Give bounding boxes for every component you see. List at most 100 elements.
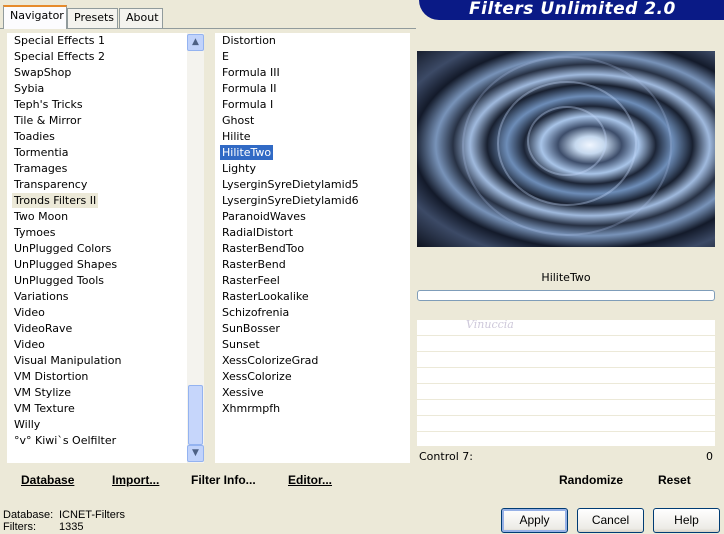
category-list[interactable]: Special Effects 1 Special Effects 2 SwapSh… [7,33,187,463]
tab-about[interactable]: About [119,8,163,28]
category-item[interactable]: UnPlugged Shapes [7,257,187,273]
status-database: Database: ICNET-Filters [3,509,125,521]
category-item[interactable]: Transparency [7,177,187,193]
filter-item[interactable]: Ghost [215,113,410,129]
category-item[interactable]: SwapShop [7,65,187,81]
filter-item-label: Hilite [222,130,251,143]
filter-item[interactable]: E [215,49,410,65]
filter-item[interactable]: Formula III [215,65,410,81]
filter-item-label: ParanoidWaves [222,210,306,223]
filter-item[interactable]: Hilite [215,129,410,145]
filter-item-label: Xessive [222,386,264,399]
category-item-label: Tronds Filters II [12,193,99,208]
category-item[interactable]: VM Distortion [7,369,187,385]
import-button[interactable]: Import... [112,473,159,487]
category-item[interactable]: VideoRave [7,321,187,337]
filter-item-label: RadialDistort [222,226,294,239]
category-item[interactable]: Tramages [7,161,187,177]
scroll-thumb[interactable] [188,385,203,445]
filter-item[interactable]: RasterLookalike [215,289,410,305]
controls-area [417,320,715,446]
apply-button[interactable]: Apply [501,508,568,533]
filter-item[interactable]: Formula I [215,97,410,113]
filter-item[interactable]: RasterBendToo [215,241,410,257]
filter-item[interactable]: Lighty [215,161,410,177]
category-item-label: UnPlugged Colors [14,242,112,255]
category-item-label: Special Effects 2 [14,50,106,63]
category-item[interactable]: Special Effects 1 [7,33,187,49]
category-item[interactable]: °v° Kiwi`s Oelfilter [7,433,187,449]
category-item-label: Transparency [14,178,88,191]
category-item-label: VM Distortion [14,370,89,383]
category-item-label: Two Moon [14,210,69,223]
right-button-bar: Randomize Reset [417,466,717,493]
category-item[interactable]: UnPlugged Tools [7,273,187,289]
filter-item[interactable]: RasterFeel [215,273,410,289]
filter-item[interactable]: HiliteTwo [215,144,410,161]
category-item[interactable]: Variations [7,289,187,305]
progress-track [417,290,715,301]
filter-item[interactable]: LyserginSyreDietylamid6 [215,193,410,209]
filter-item[interactable]: Xhmrmpfh [215,401,410,417]
filter-item[interactable]: SunBosser [215,321,410,337]
category-item-label: Tormentia [14,146,69,159]
category-item[interactable]: Tymoes [7,225,187,241]
database-button[interactable]: Database [21,473,74,487]
category-item-label: Video [14,306,45,319]
reset-button[interactable]: Reset [658,473,691,487]
filter-item-label: RasterBendToo [222,242,305,255]
filter-item[interactable]: XessColorizeGrad [215,353,410,369]
category-item[interactable]: Tormentia [7,145,187,161]
category-item[interactable]: Video [7,337,187,353]
filter-item[interactable]: ParanoidWaves [215,209,410,225]
category-item[interactable]: Willy [7,417,187,433]
scroll-down-button[interactable]: ▼ [187,445,204,462]
category-item[interactable]: VM Stylize [7,385,187,401]
filter-item[interactable]: Sunset [215,337,410,353]
filter-item-label: Formula II [222,82,277,95]
filter-info-button[interactable]: Filter Info... [191,473,256,487]
scroll-up-button[interactable]: ▲ [187,34,204,51]
control-7-label: Control 7: [419,450,473,463]
category-item-label: Tymoes [14,226,56,239]
category-item[interactable]: Teph's Tricks [7,97,187,113]
filter-item-label: HiliteTwo [218,144,275,161]
category-item[interactable]: Toadies [7,129,187,145]
editor-button[interactable]: Editor... [288,473,332,487]
tab-navigator[interactable]: Navigator [3,5,67,29]
category-item[interactable]: Video [7,305,187,321]
category-item-label: Tramages [14,162,68,175]
category-item[interactable]: Special Effects 2 [7,49,187,65]
category-item[interactable]: Visual Manipulation [7,353,187,369]
filter-item[interactable]: RadialDistort [215,225,410,241]
randomize-button[interactable]: Randomize [559,473,623,487]
category-item[interactable]: Tile & Mirror [7,113,187,129]
filter-item-label: RasterFeel [222,274,280,287]
filter-item[interactable]: Formula II [215,81,410,97]
category-item[interactable]: UnPlugged Colors [7,241,187,257]
filter-item[interactable]: Xessive [215,385,410,401]
category-item[interactable]: Two Moon [7,209,187,225]
category-item[interactable]: Tronds Filters II [7,193,187,209]
category-item-label: SwapShop [14,66,72,79]
filter-item[interactable]: RasterBend [215,257,410,273]
filter-item[interactable]: Schizofrenia [215,305,410,321]
tab-presets[interactable]: Presets [67,8,118,28]
category-item[interactable]: VM Texture [7,401,187,417]
category-item-label: UnPlugged Shapes [14,258,118,271]
filter-list[interactable]: Distortion E Formula III Formula II Formula … [215,33,410,463]
category-item[interactable]: Sybia [7,81,187,97]
filter-item[interactable]: LyserginSyreDietylamid5 [215,177,410,193]
status-filters-label: Filters: [3,521,36,533]
filter-item[interactable]: Distortion [215,33,410,49]
filter-item[interactable]: XessColorize [215,369,410,385]
cancel-button[interactable]: Cancel [577,508,644,533]
status-database-value: ICNET-Filters [59,509,125,521]
filter-item-label: XessColorize [222,370,292,383]
filter-item-label: Formula III [222,66,280,79]
category-scrollbar[interactable]: ▲ ▼ [187,33,204,463]
category-item-label: Sybia [14,82,45,95]
category-item-label: VM Stylize [14,386,71,399]
category-item-label: Toadies [14,130,55,143]
help-button[interactable]: Help [653,508,720,533]
